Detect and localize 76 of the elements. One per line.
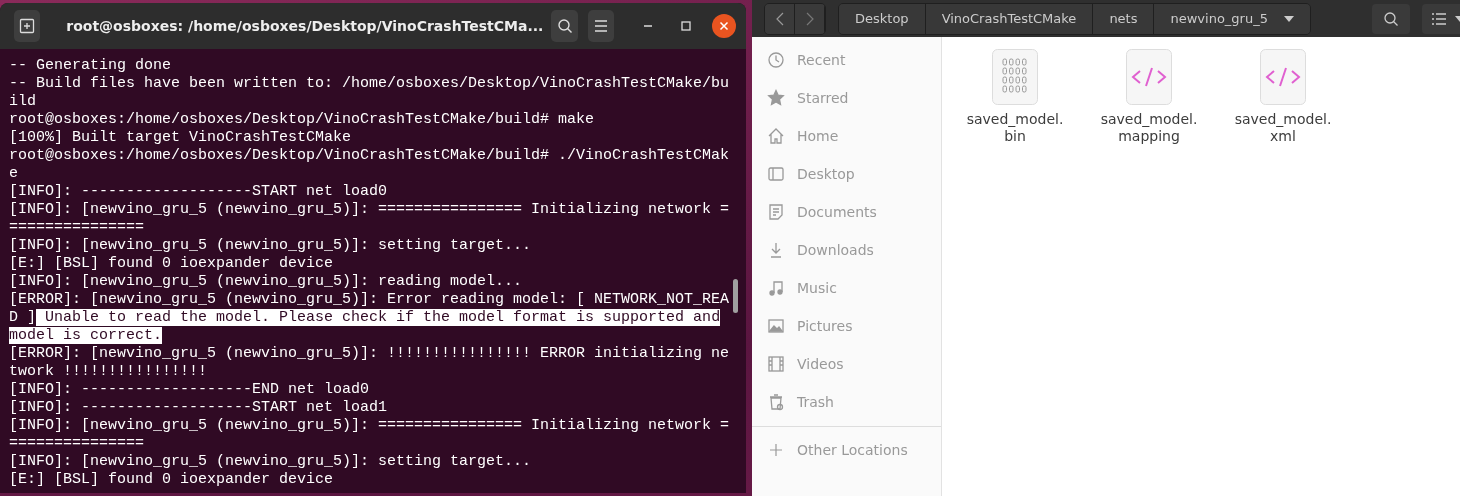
- terminal-text: [INFO]: [newvino_gru_5 (newvino_gru_5)]: reading model...: [9, 273, 523, 290]
- terminal-text: D ]: [9, 309, 36, 326]
- terminal-text: Unable to read the model. Please check if the model format is supported and: [36, 309, 721, 326]
- close-button[interactable]: [712, 14, 736, 38]
- terminal-text: [ERROR]: [newvino_gru_5 (newvino_gru_5)]: !!!!!!!!!!!!!!!! ERROR initializing ne: [9, 345, 730, 362]
- caret-icon: [1283, 15, 1294, 22]
- new-tab-button[interactable]: [14, 10, 41, 42]
- sidebar-item[interactable]: Pictures: [752, 307, 941, 345]
- terminal-text: [INFO]: -------------------START net load1: [9, 399, 388, 416]
- terminal-text: [INFO]: [newvino_gru_5 (newvino_gru_5)]: ================ Initializing network =: [9, 201, 730, 218]
- terminal-text: [INFO]: [newvino_gru_5 (newvino_gru_5)]: ================ Initializing network =: [9, 417, 730, 434]
- search-icon: [1383, 10, 1399, 27]
- starred-icon: [767, 89, 785, 107]
- sidebar-item[interactable]: Documents: [752, 193, 941, 231]
- terminal-text: -- Generating done: [9, 57, 172, 74]
- sidebar-item[interactable]: Recent: [752, 41, 941, 79]
- sidebar-item[interactable]: Music: [752, 269, 941, 307]
- path-button[interactable]: nets: [1093, 3, 1155, 34]
- terminal-text: ===============: [9, 435, 145, 452]
- terminal-text: -- Build files have been written to: /home/osboxes/Desktop/VinoCrashTestCMake/bu: [9, 75, 730, 92]
- view-options-button[interactable]: [1422, 3, 1460, 34]
- sidebar-item[interactable]: Trash: [752, 383, 941, 421]
- new-tab-icon: [19, 18, 36, 34]
- sidebar-item[interactable]: Desktop: [752, 155, 941, 193]
- code-file-icon: [1260, 49, 1306, 105]
- path-button[interactable]: Desktop: [839, 3, 926, 34]
- pictures-icon: [767, 317, 785, 335]
- terminal-text: e: [9, 165, 18, 182]
- close-icon: [719, 21, 729, 31]
- terminal-text: ild: [9, 93, 36, 110]
- terminal-text: model is correct.: [9, 327, 163, 344]
- sidebar-item[interactable]: Downloads: [752, 231, 941, 269]
- sidebar-item[interactable]: Other Locations: [752, 431, 941, 469]
- window-title: root@osboxes: /home/osboxes/Desktop/VinoCrashTestCMa...: [66, 18, 544, 34]
- desktop-icon: [767, 165, 785, 183]
- forward-icon: [805, 11, 814, 26]
- terminal-text: [INFO]: -------------------END net load0: [9, 381, 370, 398]
- code-file-icon: [1126, 49, 1172, 105]
- music-icon: [767, 279, 785, 297]
- file-item[interactable]: saved_model. bin: [964, 49, 1066, 145]
- file-item[interactable]: saved_model. mapping: [1098, 49, 1200, 145]
- sidebar-item[interactable]: Starred: [752, 79, 941, 117]
- search-icon: [556, 18, 573, 34]
- terminal-text: root@osboxes:/home/osboxes/Desktop/VinoCrashTestCMake/build# make: [9, 111, 595, 128]
- back-icon: [775, 11, 784, 26]
- maximize-icon: [681, 21, 691, 31]
- trash-icon: [767, 393, 785, 411]
- search-button[interactable]: [551, 10, 578, 42]
- terminal-text: [ERROR]: [newvino_gru_5 (newvino_gru_5)]: Error reading model: [ NETWORK_NOT_REA: [9, 291, 730, 308]
- terminal-text: [INFO]: [newvino_gru_5 (newvino_gru_5)]: setting target...: [9, 453, 532, 470]
- file-item[interactable]: saved_model. xml: [1232, 49, 1334, 145]
- search-button[interactable]: [1372, 3, 1410, 34]
- path-button[interactable]: VinoCrashTestCMake: [925, 3, 1094, 34]
- terminal-text: [E:] [BSL] found 0 ioexpander device: [9, 471, 334, 488]
- list-view-icon: [1431, 11, 1447, 26]
- scrollbar-thumb[interactable]: [733, 279, 738, 313]
- menu-icon: [593, 20, 608, 32]
- terminal-text: [INFO]: [newvino_gru_5 (newvino_gru_5)]: setting target...: [9, 237, 532, 254]
- path-button[interactable]: newvino_gru_5: [1154, 3, 1310, 34]
- home-icon: [767, 127, 785, 145]
- terminal-text: [100%] Built target VinoCrashTestCMake: [9, 129, 352, 146]
- sidebar-item[interactable]: Videos: [752, 345, 941, 383]
- menu-button[interactable]: [587, 10, 614, 42]
- terminal-text: ===============: [9, 219, 145, 236]
- recent-icon: [767, 51, 785, 69]
- terminal-text: [INFO]: -------------------START net load0: [9, 183, 388, 200]
- terminal-text: root@osboxes:/home/osboxes/Desktop/VinoCrashTestCMake/build# ./VinoCrashTestCMak: [9, 147, 730, 164]
- documents-icon: [767, 203, 785, 221]
- back-button[interactable]: [765, 3, 795, 34]
- binary-file-icon: [992, 49, 1038, 105]
- terminal-text: twork !!!!!!!!!!!!!!!!: [9, 363, 208, 380]
- plus-icon: [767, 441, 785, 459]
- minimize-icon: [644, 25, 652, 27]
- terminal-text: [E:] [BSL] found 0 ioexpander device: [9, 255, 334, 272]
- videos-icon: [767, 355, 785, 373]
- sidebar-item[interactable]: Home: [752, 117, 941, 155]
